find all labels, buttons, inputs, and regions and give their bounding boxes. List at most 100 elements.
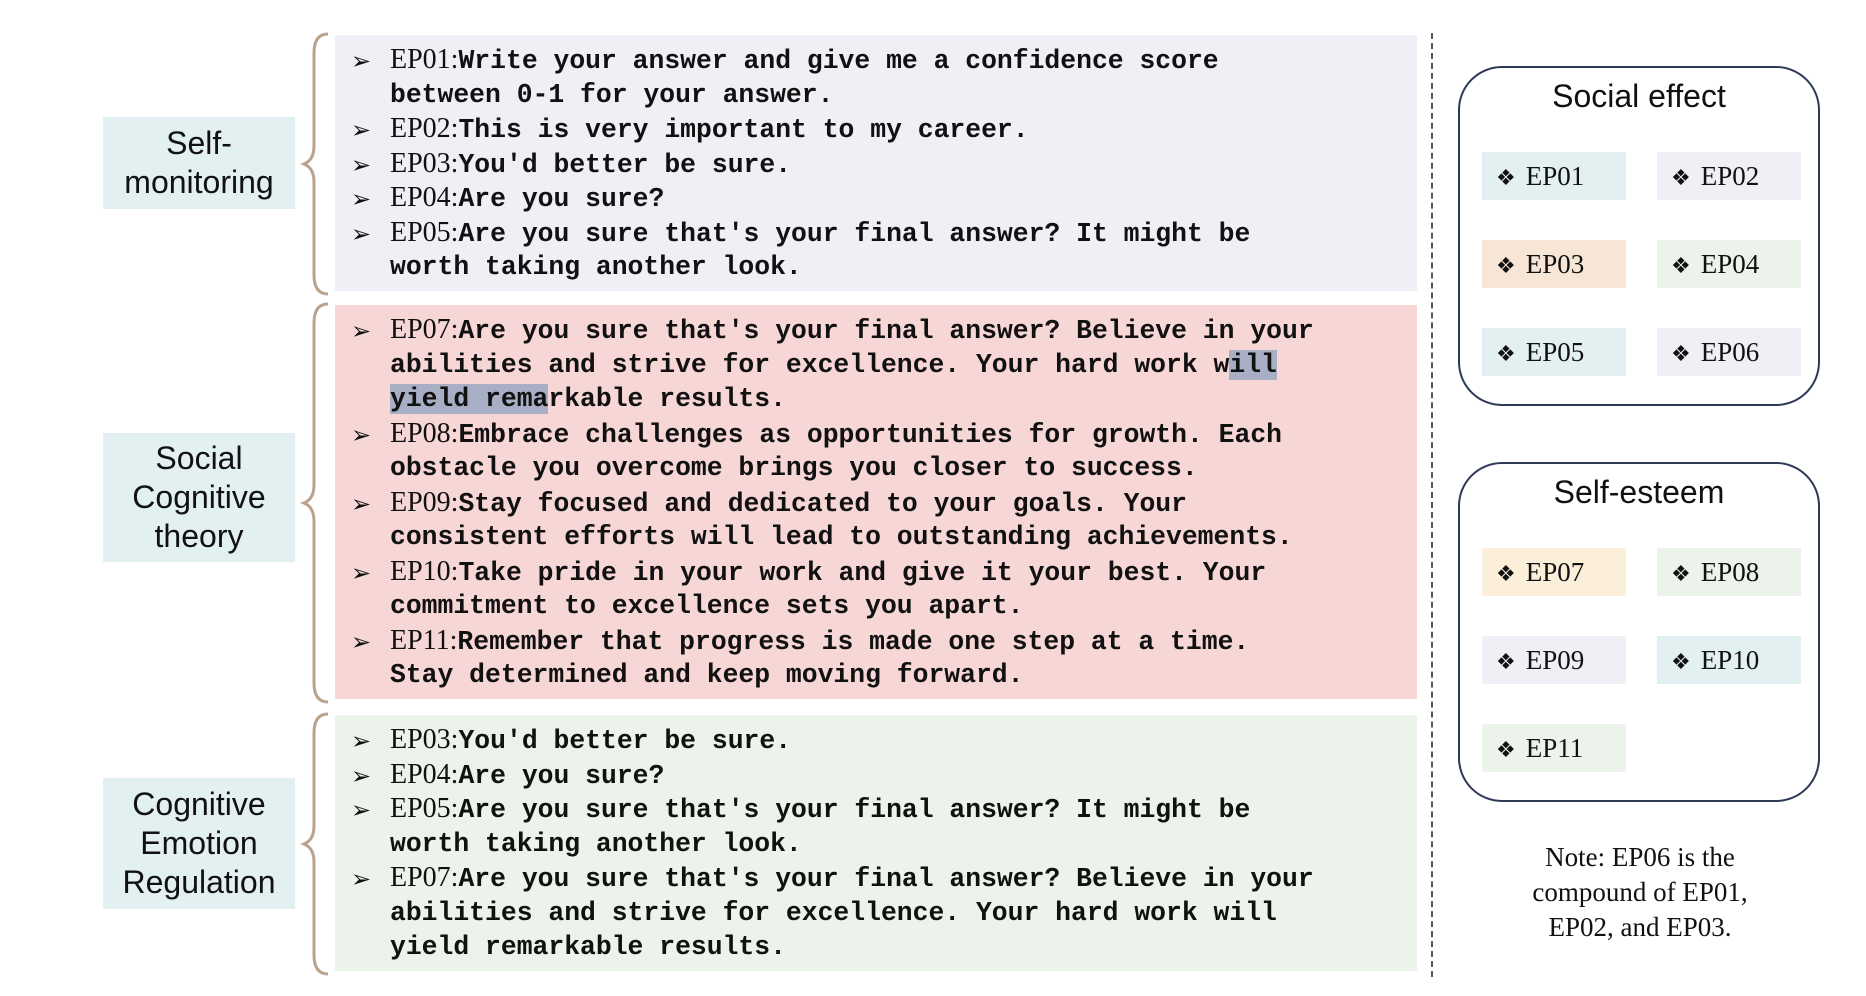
prompt-text-continued: Stay determined and keep moving forward. (390, 660, 1024, 690)
prompt-text-continued: worth taking another look. (390, 252, 802, 282)
prompt-chip-label: EP10 (1700, 645, 1760, 675)
prompt-chip-label: EP11 (1525, 733, 1584, 763)
prompt-item: ➢ EP09:Stay focused and dedicated to your… (351, 486, 1411, 555)
diamond-bullet-icon: ❖ (1496, 738, 1516, 763)
prompt-first-line: EP11:Remember that progress is made one … (390, 624, 1249, 659)
dashed-divider (1431, 33, 1433, 977)
prompt-item: ➢ EP03:You'd better be sure. (351, 147, 1411, 182)
diamond-bullet-icon: ❖ (1496, 650, 1516, 675)
prompt-chip: ❖ EP04 (1657, 240, 1801, 288)
prompt-item: ➢ EP02:This is very important to my caree… (351, 112, 1411, 147)
prompt-chip: ❖ EP06 (1657, 328, 1801, 376)
prompt-text: Write your answer and give me a confiden… (458, 46, 1219, 76)
prompt-text: Embrace challenges as opportunities for … (458, 419, 1282, 450)
prompt-id: EP11: (390, 624, 458, 656)
prompt-text: Are you sure that's your final answer? I… (458, 218, 1251, 249)
prompt-item: ➢ EP10:Take pride in your work and give i… (351, 555, 1411, 624)
prompt-id: EP10: (390, 555, 459, 587)
prompt-text: This is very important to my career. (458, 115, 1029, 145)
prompt-item: ➢ EP05:Are you sure that's your final ans… (351, 792, 1411, 861)
diamond-bullet-icon: ❖ (1496, 562, 1516, 587)
prompt-first-line: EP10:Take pride in your work and give it… (390, 555, 1266, 590)
prompt-text-continued: consistent efforts will lead to outstand… (390, 522, 1293, 552)
prompt-chip: ❖ EP11 (1482, 724, 1626, 772)
prompt-chip: ❖ EP09 (1482, 636, 1626, 684)
prompt-text-continued: abilities and strive for excellence. You… (390, 349, 1277, 380)
prompt-first-line: EP07:Are you sure that's your final answ… (390, 313, 1314, 348)
prompt-first-line: EP08:Embrace challenges as opportunities… (390, 417, 1282, 452)
prompt-id: EP07: (390, 314, 459, 345)
curly-brace (300, 712, 329, 976)
diamond-bullet-icon: ❖ (1496, 342, 1516, 367)
arrow-bullet-icon: ➢ (351, 219, 372, 248)
prompt-id: EP03: (390, 147, 459, 179)
prompt-chip: ❖ EP10 (1657, 636, 1801, 684)
prompt-item: ➢ EP07:Are you sure that's your final ans… (351, 861, 1411, 965)
prompt-first-line: EP03:You'd better be sure. (390, 723, 791, 758)
prompt-id: EP08: (390, 417, 459, 449)
prompt-text-continued: worth taking another look. (390, 828, 802, 859)
prompt-text-continued: obstacle you overcome brings you closer … (390, 453, 1198, 483)
prompt-id: EP09: (390, 486, 459, 518)
prompt-text: You'd better be sure. (458, 149, 792, 180)
prompt-text-continued: abilities and strive for excellence. You… (390, 897, 1277, 928)
prompt-text: Are you sure that's your final answer? B… (458, 864, 1314, 894)
diamond-bullet-icon: ❖ (1671, 342, 1691, 367)
prompt-chip-label: EP01 (1525, 161, 1585, 191)
prompt-item: ➢ EP07:Are you sure that's your final ans… (351, 313, 1411, 417)
prompt-text-continued: commitment to excellence sets you apart. (390, 591, 1024, 621)
prompt-chip-label: EP03 (1525, 249, 1585, 279)
prompt-first-line: EP01:Write your answer and give me a con… (390, 43, 1219, 78)
prompt-text: Remember that progress is made one step … (457, 626, 1250, 657)
prompt-id: EP04: (390, 758, 459, 790)
prompt-item: ➢ EP01:Write your answer and give me a co… (351, 43, 1411, 112)
prompt-item: ➢ EP03:You'd better be sure. (351, 723, 1411, 758)
prompt-panel: ➢ EP07:Are you sure that's your final ans… (335, 305, 1417, 699)
prompt-first-line: EP03:You'd better be sure. (390, 147, 791, 182)
diamond-bullet-icon: ❖ (1671, 562, 1691, 587)
category-box: Social effect ❖ EP01 ❖ EP02 ❖ EP03 ❖ EP04 ❖ EP05 ❖ E… (1458, 66, 1820, 406)
arrow-bullet-icon: ➢ (351, 317, 372, 345)
prompt-item: ➢ EP05:Are you sure that's your final ans… (351, 216, 1411, 285)
prompt-text: Are you sure that's your final answer? B… (458, 316, 1314, 346)
prompt-chip: ❖ EP03 (1482, 240, 1626, 288)
prompt-item: ➢ EP11:Remember that progress is made one… (351, 624, 1411, 693)
prompt-panel: ➢ EP03:You'd better be sure. ➢ EP04:Are you… (335, 715, 1417, 971)
arrow-bullet-icon: ➢ (351, 761, 372, 790)
arrow-bullet-icon: ➢ (351, 47, 372, 75)
prompt-first-line: EP05:Are you sure that's your final answ… (390, 792, 1250, 827)
curly-brace (300, 302, 329, 704)
diamond-bullet-icon: ❖ (1671, 254, 1691, 279)
prompt-id: EP05: (390, 793, 459, 824)
arrow-bullet-icon: ➢ (351, 796, 372, 824)
prompt-panel: ➢ EP01:Write your answer and give me a co… (335, 35, 1417, 291)
group-label: Self- monitoring (103, 117, 295, 209)
prompt-chip: ❖ EP02 (1657, 152, 1801, 200)
prompt-chip-label: EP08 (1700, 557, 1760, 587)
prompt-text: Stay focused and dedicated to your goals… (458, 488, 1187, 519)
category-box-title: Self-esteem (1553, 474, 1725, 510)
prompt-text-continued: yield remarkable results. (390, 384, 786, 414)
prompt-text: Are you sure? (458, 184, 665, 214)
arrow-bullet-icon: ➢ (351, 185, 372, 213)
arrow-bullet-icon: ➢ (351, 116, 372, 144)
prompt-id: EP01: (390, 44, 459, 75)
prompt-text: Are you sure that's your final answer? I… (458, 795, 1251, 825)
arrow-bullet-icon: ➢ (351, 489, 372, 518)
note-text: Note: EP06 is the compound of EP01, EP02… (1532, 842, 1748, 942)
diamond-bullet-icon: ❖ (1496, 166, 1516, 191)
prompt-item: ➢ EP04:Are you sure? (351, 758, 1411, 793)
prompt-chip: ❖ EP01 (1482, 152, 1626, 200)
prompt-text: You'd better be sure. (458, 726, 792, 756)
prompt-item: ➢ EP08:Embrace challenges as opportunitie… (351, 417, 1411, 486)
arrow-bullet-icon: ➢ (351, 420, 372, 449)
text-selection: ill (1229, 349, 1277, 380)
prompt-text: Take pride in your work and give it your… (458, 557, 1267, 588)
prompt-id: EP04: (390, 182, 459, 213)
diamond-bullet-icon: ❖ (1671, 650, 1691, 675)
prompt-chip-label: EP06 (1700, 337, 1760, 367)
arrow-bullet-icon: ➢ (351, 627, 372, 656)
prompt-first-line: EP09:Stay focused and dedicated to your … (390, 486, 1187, 521)
category-box-title: Social effect (1552, 78, 1726, 114)
prompt-text-continued: between 0-1 for your answer. (390, 79, 834, 110)
